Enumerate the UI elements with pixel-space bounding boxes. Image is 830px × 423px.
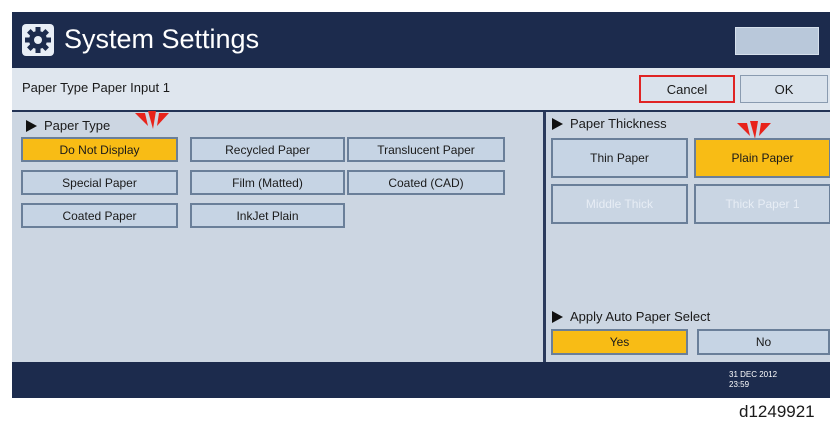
paper-type-option-inkjet-plain[interactable]: InkJet Plain xyxy=(190,203,345,228)
thickness-option-plain-paper[interactable]: Plain Paper xyxy=(694,138,830,178)
thickness-option-thin-paper[interactable]: Thin Paper xyxy=(551,138,688,178)
paper-type-option-film-matted[interactable]: Film (Matted) xyxy=(190,170,345,195)
page-title: System Settings xyxy=(64,24,260,54)
auto-select-yes-button[interactable]: Yes xyxy=(551,329,688,355)
cancel-button[interactable]: Cancel xyxy=(639,75,735,103)
screen-header: Paper Type Paper Input 1 Cancel OK xyxy=(12,68,830,112)
auto-paper-select-heading: Apply Auto Paper Select xyxy=(552,309,710,324)
status-bar: 31 DEC 2012 23:59 xyxy=(12,362,830,398)
thickness-option-middle-thick[interactable]: Middle Thick xyxy=(551,184,688,224)
settings-screen: System Settings Paper Type Paper Input 1… xyxy=(12,12,830,398)
triangle-icon xyxy=(552,117,563,130)
paper-type-heading-label: Paper Type xyxy=(44,118,111,133)
paper-thickness-heading: Paper Thickness xyxy=(552,116,667,131)
figure-id: d1249921 xyxy=(739,402,815,421)
gear-icon xyxy=(22,24,54,56)
thickness-option-thick-paper-1[interactable]: Thick Paper 1 xyxy=(694,184,830,224)
triangle-icon xyxy=(26,119,37,132)
paper-type-option-recycled-paper[interactable]: Recycled Paper xyxy=(190,137,345,162)
triangle-icon xyxy=(552,310,563,323)
paper-type-option-coated-paper[interactable]: Coated Paper xyxy=(21,203,178,228)
paper-type-heading: Paper Type xyxy=(26,118,110,133)
title-bar-button[interactable] xyxy=(735,27,819,55)
paper-type-option-special-paper[interactable]: Special Paper xyxy=(21,170,178,195)
paper-thickness-heading-label: Paper Thickness xyxy=(570,116,667,131)
status-datetime: 31 DEC 2012 23:59 xyxy=(729,370,777,390)
paper-type-option-coated-cad[interactable]: Coated (CAD) xyxy=(347,170,505,195)
title-bar: System Settings xyxy=(12,12,830,68)
callout-marker-icon xyxy=(135,111,169,129)
status-time: 23:59 xyxy=(729,380,750,389)
status-date: 31 DEC 2012 xyxy=(729,370,778,379)
section-divider xyxy=(543,112,546,362)
auto-select-no-button[interactable]: No xyxy=(697,329,830,355)
paper-type-option-do-not-display[interactable]: Do Not Display xyxy=(21,137,178,162)
ok-button[interactable]: OK xyxy=(740,75,828,103)
paper-type-option-translucent-paper[interactable]: Translucent Paper xyxy=(347,137,505,162)
screen-subtitle: Paper Type Paper Input 1 xyxy=(22,80,170,95)
auto-paper-select-heading-label: Apply Auto Paper Select xyxy=(570,309,711,324)
